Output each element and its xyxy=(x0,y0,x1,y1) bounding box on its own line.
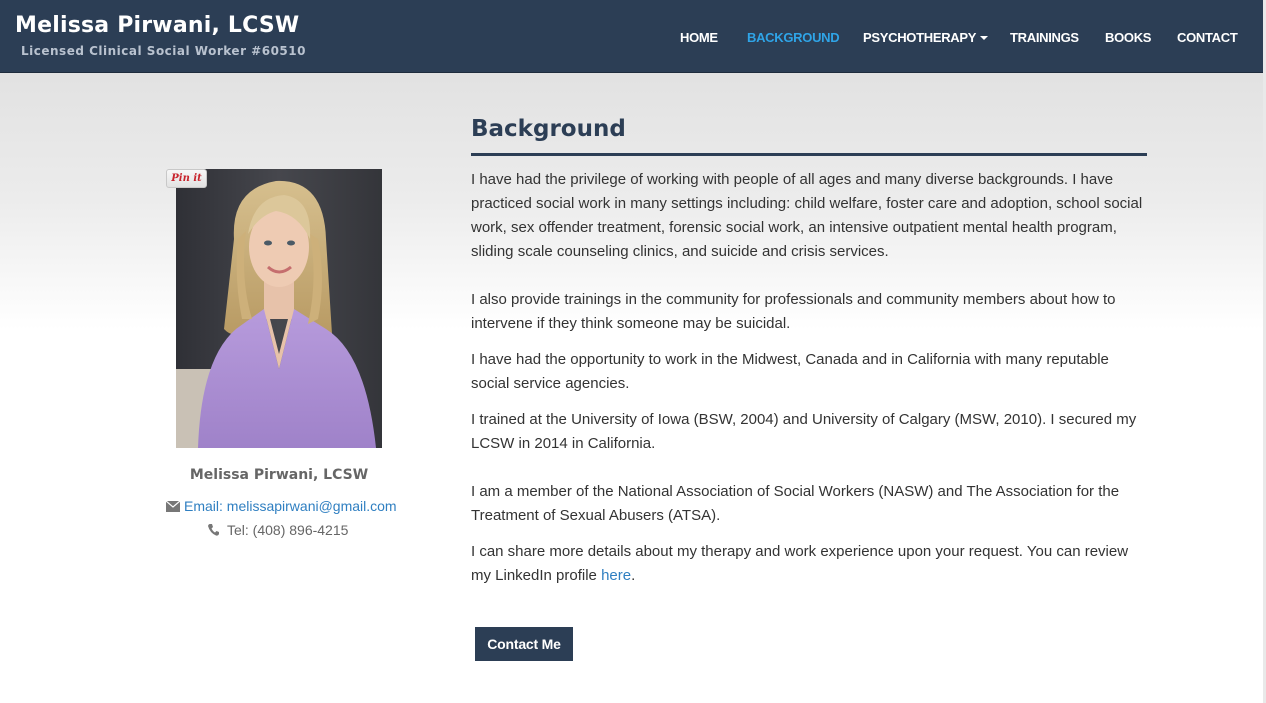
heading-divider xyxy=(471,153,1147,156)
nav-background[interactable]: BACKGROUND xyxy=(747,30,840,45)
navbar: Melissa Pirwani, LCSW Licensed Clinical … xyxy=(0,0,1266,73)
linkedin-text: I can share more details about my therap… xyxy=(471,543,1129,584)
tel-row: Tel: (408) 896-4215 xyxy=(208,522,368,540)
site-subtitle: Licensed Clinical Social Worker #60510 xyxy=(21,44,306,58)
profile-photo xyxy=(176,169,382,448)
email-row: Email: melissapirwani@gmail.com xyxy=(165,498,397,516)
page-heading: Background xyxy=(471,116,626,142)
nav-psychotherapy[interactable]: PSYCHOTHERAPY xyxy=(863,30,989,45)
email-link[interactable]: Email: melissapirwani@gmail.com xyxy=(184,498,397,514)
paragraph-linkedin: I can share more details about my therap… xyxy=(471,540,1147,588)
profile-name: Melissa Pirwani, LCSW xyxy=(189,467,369,483)
paragraph-education: I trained at the University of Iowa (BSW… xyxy=(471,411,1137,452)
pin-it-button[interactable]: Pin it xyxy=(166,169,207,188)
paragraph-experience: I have had the privilege of working with… xyxy=(471,171,1143,260)
nav-trainings[interactable]: TRAININGS xyxy=(1010,30,1079,45)
nav-contact[interactable]: CONTACT xyxy=(1177,30,1238,45)
phone-icon xyxy=(208,524,219,536)
linkedin-link[interactable]: here xyxy=(601,567,631,584)
linkedin-period: . xyxy=(631,567,636,584)
portrait-image xyxy=(176,169,382,448)
telephone-text: Tel: (408) 896-4215 xyxy=(227,522,349,538)
nav-home[interactable]: HOME xyxy=(680,30,718,45)
envelope-icon xyxy=(165,500,181,512)
paragraph-locations: I have had the opportunity to work in th… xyxy=(471,351,1109,392)
nav-books[interactable]: BOOKS xyxy=(1105,30,1151,45)
contact-me-button[interactable]: Contact Me xyxy=(475,627,573,661)
nav-psychotherapy-label: PSYCHOTHERAPY xyxy=(863,30,977,45)
caret-down-icon xyxy=(980,36,989,40)
main-nav: HOME BACKGROUND PSYCHOTHERAPY TRAININGS … xyxy=(0,30,1266,46)
paragraph-trainings: I also provide trainings in the communit… xyxy=(471,291,1116,332)
paragraph-memberships: I am a member of the National Associatio… xyxy=(471,483,1120,524)
